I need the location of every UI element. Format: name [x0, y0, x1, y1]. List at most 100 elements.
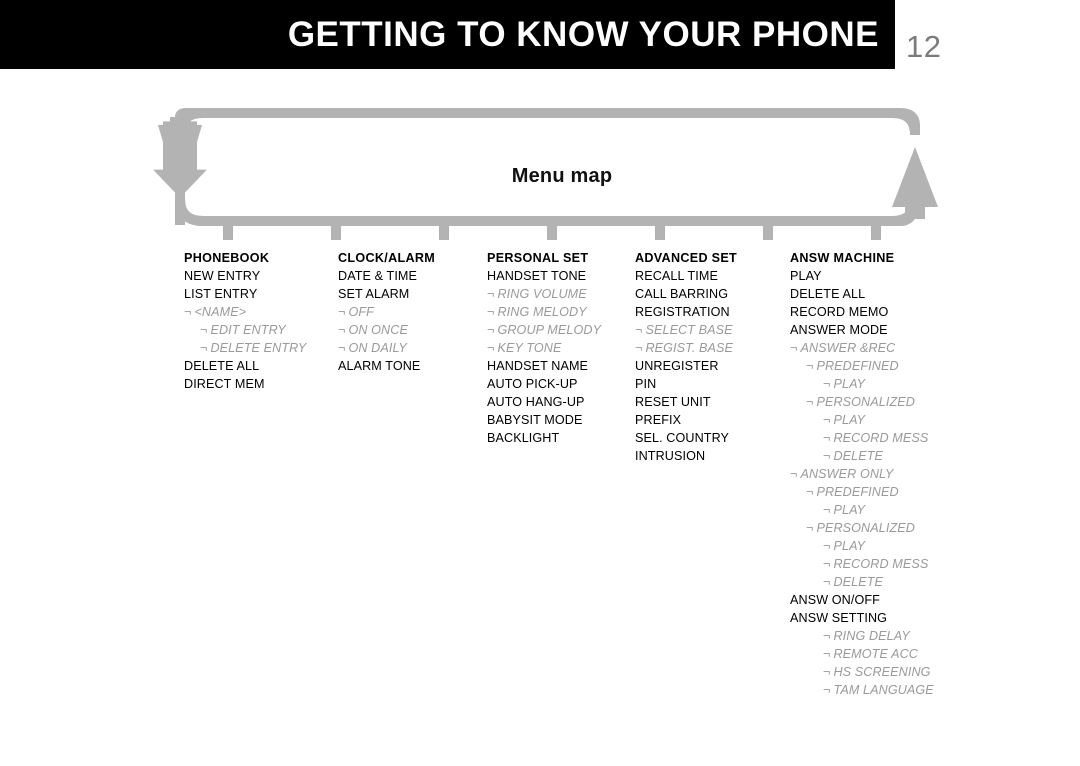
sub-arrow-icon: ¬ [823, 683, 831, 697]
menu-subitem: ¬ RING MELODY [487, 303, 601, 321]
menu-subitem-label: PREDEFINED [816, 485, 899, 499]
sub-arrow-icon: ¬ [338, 323, 346, 337]
menu-subitem-label: RING VOLUME [497, 287, 587, 301]
menu-subitem: ¬ KEY TONE [487, 339, 601, 357]
arrow-up-tail [905, 199, 925, 219]
menu-subitem: ¬ OFF [338, 303, 435, 321]
menu-item: BABYSIT MODE [487, 413, 583, 427]
menu-subitem-label: RECORD MESS [833, 431, 929, 445]
menu-subitem-label: <NAME> [194, 305, 247, 319]
sub-arrow-icon: ¬ [635, 323, 643, 337]
menu-subitem: ¬ PLAY [790, 501, 934, 519]
menu-item: RESET UNIT [635, 395, 711, 409]
sub-arrow-icon: ¬ [823, 539, 831, 553]
menu-item: SEL. COUNTRY [635, 431, 730, 445]
menu-subitem: ¬ GROUP MELODY [487, 321, 601, 339]
sub-arrow-icon: ¬ [635, 341, 643, 355]
sub-arrow-icon: ¬ [823, 665, 831, 679]
sub-arrow-icon: ¬ [823, 377, 831, 391]
menu-subitem-label: TAM LANGUAGE [833, 683, 934, 697]
menu-item: DIRECT MEM [184, 377, 265, 391]
menu-item: HANDSET NAME [487, 359, 589, 373]
sub-arrow-icon: ¬ [823, 449, 831, 463]
menu-item: AUTO PICK-UP [487, 377, 578, 391]
menu-subitem: ¬ PLAY [790, 537, 934, 555]
header-bar: GETTING TO KNOW YOUR PHONE [0, 0, 895, 69]
menu-item: CALL BARRING [635, 287, 729, 301]
menu-subitem-label: RING DELAY [833, 629, 910, 643]
menu-subitem-label: REGIST. BASE [645, 341, 733, 355]
menu-subitem: ¬ PLAY [790, 411, 934, 429]
arrow-down-tail [170, 117, 190, 135]
menu-column-phonebook: PHONEBOOK NEW ENTRY LIST ENTRY ¬ <NAME> ¬ EDIT… [184, 249, 306, 393]
page-title: GETTING TO KNOW YOUR PHONE [287, 14, 879, 54]
menu-subitem-label: ON ONCE [348, 323, 408, 337]
menu-subitem: ¬ EDIT ENTRY [184, 321, 306, 339]
menu-subitem-label: DELETE [833, 575, 884, 589]
menu-column-clock-alarm: CLOCK/ALARM DATE & TIME SET ALARM ¬ OFF ¬ ON O… [338, 249, 435, 375]
menu-item: DATE & TIME [338, 269, 418, 283]
menu-item: ANSWER MODE [790, 323, 888, 337]
menu-subitem: ¬ PERSONALIZED [790, 519, 934, 537]
menu-subitem-label: REMOTE ACC [833, 647, 918, 661]
menu-subitem-label: RING MELODY [497, 305, 587, 319]
menu-subitem: ¬ ON ONCE [338, 321, 435, 339]
menu-item: DELETE ALL [790, 287, 866, 301]
menu-column-header: CLOCK/ALARM [338, 251, 436, 265]
sub-arrow-icon: ¬ [823, 503, 831, 517]
sub-arrow-icon: ¬ [790, 467, 798, 481]
menu-subitem-label: PLAY [833, 539, 866, 553]
menu-subitem: ¬ REGIST. BASE [635, 339, 737, 357]
menu-subitem-label: EDIT ENTRY [210, 323, 286, 337]
menu-subitem-label: RECORD MESS [833, 557, 929, 571]
menu-subitem-label: SELECT BASE [645, 323, 733, 337]
menu-item: DELETE ALL [184, 359, 260, 373]
sub-arrow-icon: ¬ [823, 575, 831, 589]
menu-subitem: ¬ DELETE [790, 447, 934, 465]
menu-subitem: ¬ SELECT BASE [635, 321, 737, 339]
menu-subitem: ¬ PERSONALIZED [790, 393, 934, 411]
sub-arrow-icon: ¬ [200, 323, 208, 337]
sub-arrow-icon: ¬ [823, 647, 831, 661]
sub-arrow-icon: ¬ [184, 305, 192, 319]
menu-item: UNREGISTER [635, 359, 719, 373]
sub-arrow-icon: ¬ [338, 305, 346, 319]
sub-arrow-icon: ¬ [338, 341, 346, 355]
menu-subitem: ¬ HS SCREENING [790, 663, 934, 681]
menu-item: SET ALARM [338, 287, 410, 301]
menu-item: ALARM TONE [338, 359, 421, 373]
menu-subitem: ¬ TAM LANGUAGE [790, 681, 934, 699]
menu-subitem-label: PERSONALIZED [816, 521, 915, 535]
menu-item: PLAY [790, 269, 822, 283]
menu-column-header: PERSONAL SET [487, 251, 589, 265]
menu-subitem-label: OFF [348, 305, 374, 319]
sub-arrow-icon: ¬ [823, 431, 831, 445]
sub-arrow-icon: ¬ [487, 323, 495, 337]
menu-column-advanced-set: ADVANCED SET RECALL TIME CALL BARRING REGIS… [635, 249, 737, 465]
menu-item: HANDSET TONE [487, 269, 587, 283]
menu-subitem: ¬ <NAME> [184, 303, 306, 321]
menu-item: BACKLIGHT [487, 431, 560, 445]
menu-item: ANSW ON/OFF [790, 593, 880, 607]
sub-arrow-icon: ¬ [200, 341, 208, 355]
menu-item: NEW ENTRY [184, 269, 261, 283]
menu-subitem: ¬ ANSWER ONLY [790, 465, 934, 483]
menu-column-header: PHONEBOOK [184, 251, 270, 265]
menu-subitem: ¬ ANSWER &REC [790, 339, 934, 357]
menu-item: RECORD MEMO [790, 305, 889, 319]
menu-column-header: ADVANCED SET [635, 251, 738, 265]
menu-item: ANSW SETTING [790, 611, 888, 625]
menu-subitem: ¬ RING VOLUME [487, 285, 601, 303]
menu-subitem-label: PLAY [833, 503, 866, 517]
menu-map-diagram: Menu map [0, 95, 1080, 240]
sub-arrow-icon: ¬ [823, 629, 831, 643]
sub-arrow-icon: ¬ [806, 521, 814, 535]
menu-subitem-label: GROUP MELODY [497, 323, 602, 337]
sub-arrow-icon: ¬ [823, 557, 831, 571]
sub-arrow-icon: ¬ [806, 359, 814, 373]
sub-arrow-icon: ¬ [487, 305, 495, 319]
menu-item: RECALL TIME [635, 269, 718, 283]
menu-item: PIN [635, 377, 657, 391]
menu-subitem: ¬ PLAY [790, 375, 934, 393]
menu-subitem-label: PLAY [833, 377, 866, 391]
